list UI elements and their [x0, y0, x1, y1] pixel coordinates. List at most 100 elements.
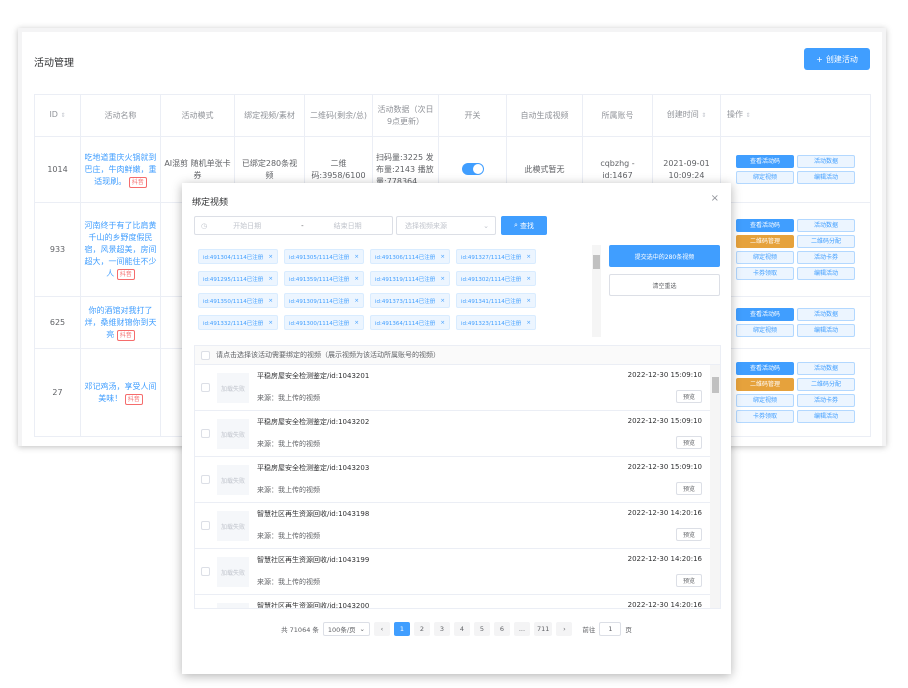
activity-coupon-button[interactable]: 活动卡券 [797, 251, 855, 264]
close-icon[interactable]: × [354, 320, 359, 326]
header-stats: 活动数据（次日9点更新） [372, 94, 439, 137]
header-time[interactable]: 创建时间 ⇕ [652, 94, 721, 137]
scrollbar-thumb[interactable] [593, 255, 600, 269]
video-list-hint: 请点击选择该活动需要绑定的视频（展示视频为该活动所属账号的视频） [216, 351, 440, 359]
video-checkbox[interactable] [201, 521, 210, 530]
close-icon[interactable]: × [440, 254, 445, 260]
search-button[interactable]: ⌕ 查找 [501, 216, 547, 235]
list-item[interactable]: 加载失败 平稳房屋安全检测鉴定/id:1043201 来源：我上传的视频 202… [195, 365, 710, 411]
close-icon[interactable]: × [526, 320, 531, 326]
activity-coupon-button[interactable]: 活动卡券 [797, 394, 855, 407]
page-number[interactable]: 2 [413, 622, 430, 636]
tags-scrollbar[interactable] [592, 245, 601, 337]
video-checkbox[interactable] [201, 383, 210, 392]
row-name[interactable]: 吃地道重庆火锅就到巴庄，牛肉鲜嫩，重适现刷。 抖音 [80, 136, 161, 203]
bind-video-button[interactable]: 绑定视频 [736, 171, 794, 184]
close-icon[interactable]: × [354, 276, 359, 282]
qr-manage-button[interactable]: 二维码管理 [736, 235, 794, 248]
row-name[interactable]: 你的酒馆对我打了烊，桑维财锦你到天亮 抖音 [80, 296, 161, 349]
close-icon[interactable]: × [440, 298, 445, 304]
list-item[interactable]: 加载失败 平稳房屋安全检测鉴定/id:1043203 来源：我上传的视频 202… [195, 457, 710, 503]
view-code-button[interactable]: 查看活动码 [736, 362, 794, 375]
bind-video-button[interactable]: 绑定视频 [736, 394, 794, 407]
date-range-picker[interactable]: ◷ 开始日期 - 结束日期 [194, 216, 393, 235]
activity-data-button[interactable]: 活动数据 [797, 155, 855, 168]
close-icon[interactable]: × [354, 298, 359, 304]
scrollbar-thumb[interactable] [712, 377, 719, 393]
page-number[interactable]: 6 [493, 622, 510, 636]
edit-activity-button[interactable]: 编辑活动 [797, 267, 855, 280]
toggle-switch[interactable] [461, 163, 484, 176]
edit-activity-button[interactable]: 编辑活动 [797, 171, 855, 184]
start-date-input[interactable]: 开始日期 [233, 221, 261, 231]
preview-button[interactable]: 预览 [676, 390, 702, 403]
activity-data-button[interactable]: 活动数据 [797, 219, 855, 232]
page-ellipsis[interactable]: ... [513, 622, 530, 636]
page-number[interactable]: 1 [393, 622, 410, 636]
video-tag: id:491341/1114已注册 × [456, 293, 536, 308]
prev-page-button[interactable]: ‹ [373, 622, 390, 636]
preview-button[interactable]: 预览 [676, 482, 702, 495]
list-item[interactable]: 加载失败 智慧社区再生资源回收/id:1043199 来源：我上传的视频 202… [195, 549, 710, 595]
create-activity-button[interactable]: + 创建活动 [804, 48, 870, 70]
row-ops: 查看活动码 活动数据 绑定视频 编辑活动 [720, 136, 871, 203]
preview-button[interactable]: 预览 [676, 574, 702, 587]
end-date-input[interactable]: 结束日期 [334, 221, 362, 231]
page-size-select[interactable]: 100条/页 ⌄ [322, 622, 370, 636]
list-item[interactable]: 加载失败 平稳房屋安全检测鉴定/id:1043202 来源：我上传的视频 202… [195, 411, 710, 457]
video-checkbox[interactable] [201, 475, 210, 484]
video-tag: id:491305/1114已注册 × [284, 249, 364, 264]
close-icon[interactable]: × [268, 320, 273, 326]
close-icon[interactable]: × [268, 298, 273, 304]
preview-button[interactable]: 预览 [676, 528, 702, 541]
video-checkbox[interactable] [201, 567, 210, 576]
next-page-button[interactable]: › [556, 622, 573, 636]
page-number[interactable]: 4 [453, 622, 470, 636]
clear-selection-button[interactable]: 清空重选 [609, 274, 720, 296]
edit-activity-button[interactable]: 编辑活动 [797, 410, 855, 423]
view-code-button[interactable]: 查看活动码 [736, 219, 794, 232]
list-item[interactable]: 智慧社区再生资源回收/id:1043200 2022-12-30 14:20:1… [195, 595, 710, 608]
close-icon[interactable]: × [268, 254, 273, 260]
qr-assign-button[interactable]: 二维码分配 [797, 235, 855, 248]
view-code-button[interactable]: 查看活动码 [736, 308, 794, 321]
video-source-select[interactable]: 选择视频来源 ⌄ [396, 216, 496, 235]
list-scrollbar[interactable] [710, 365, 720, 608]
goto-page-input[interactable]: 1 [599, 622, 622, 636]
select-all-checkbox[interactable] [201, 350, 210, 360]
video-time: 2022-12-30 15:09:10 [627, 371, 702, 379]
close-icon[interactable]: × [711, 193, 719, 204]
activity-data-button[interactable]: 活动数据 [797, 362, 855, 375]
close-icon[interactable]: × [268, 276, 273, 282]
close-icon[interactable]: × [440, 276, 445, 282]
video-tag: id:491319/1114已注册 × [370, 271, 450, 286]
close-icon[interactable]: × [526, 254, 531, 260]
bind-video-button[interactable]: 绑定视频 [736, 251, 794, 264]
douyin-tag: 抖音 [116, 268, 135, 280]
qr-assign-button[interactable]: 二维码分配 [797, 378, 855, 391]
page-number[interactable]: 711 [533, 622, 553, 636]
page-number[interactable]: 3 [433, 622, 450, 636]
page-number[interactable]: 5 [473, 622, 490, 636]
close-icon[interactable]: × [440, 320, 445, 326]
qr-manage-button[interactable]: 二维码管理 [736, 378, 794, 391]
bind-video-button[interactable]: 绑定视频 [736, 324, 794, 337]
close-icon[interactable]: × [354, 254, 359, 260]
activity-data-button[interactable]: 活动数据 [797, 308, 855, 321]
video-time: 2022-12-30 14:20:16 [627, 555, 702, 563]
preview-button[interactable]: 预览 [676, 436, 702, 449]
row-name[interactable]: 河南终于有了比肩黄千山的乡野度假民宿，风景超美，房间超大，一间能住不少人 抖音 [80, 202, 161, 297]
submit-selected-button[interactable]: 提交选中的280条视频 [609, 245, 720, 267]
close-icon[interactable]: × [526, 298, 531, 304]
view-code-button[interactable]: 查看活动码 [736, 155, 794, 168]
coupon-claim-button[interactable]: 卡券领取 [736, 410, 794, 423]
video-checkbox[interactable] [201, 429, 210, 438]
coupon-claim-button[interactable]: 卡券领取 [736, 267, 794, 280]
close-icon[interactable]: × [526, 276, 531, 282]
row-name[interactable]: 邓记鸡汤，享受人间美味！ 抖音 [80, 348, 161, 437]
video-title: 平稳房屋安全检测鉴定/id:1043202 [257, 418, 370, 426]
edit-activity-button[interactable]: 编辑活动 [797, 324, 855, 337]
header-ops[interactable]: 操作 ⇕ [720, 94, 871, 137]
list-item[interactable]: 加载失败 智慧社区再生资源回收/id:1043198 来源：我上传的视频 202… [195, 503, 710, 549]
header-id[interactable]: ID ⇕ [34, 94, 81, 137]
